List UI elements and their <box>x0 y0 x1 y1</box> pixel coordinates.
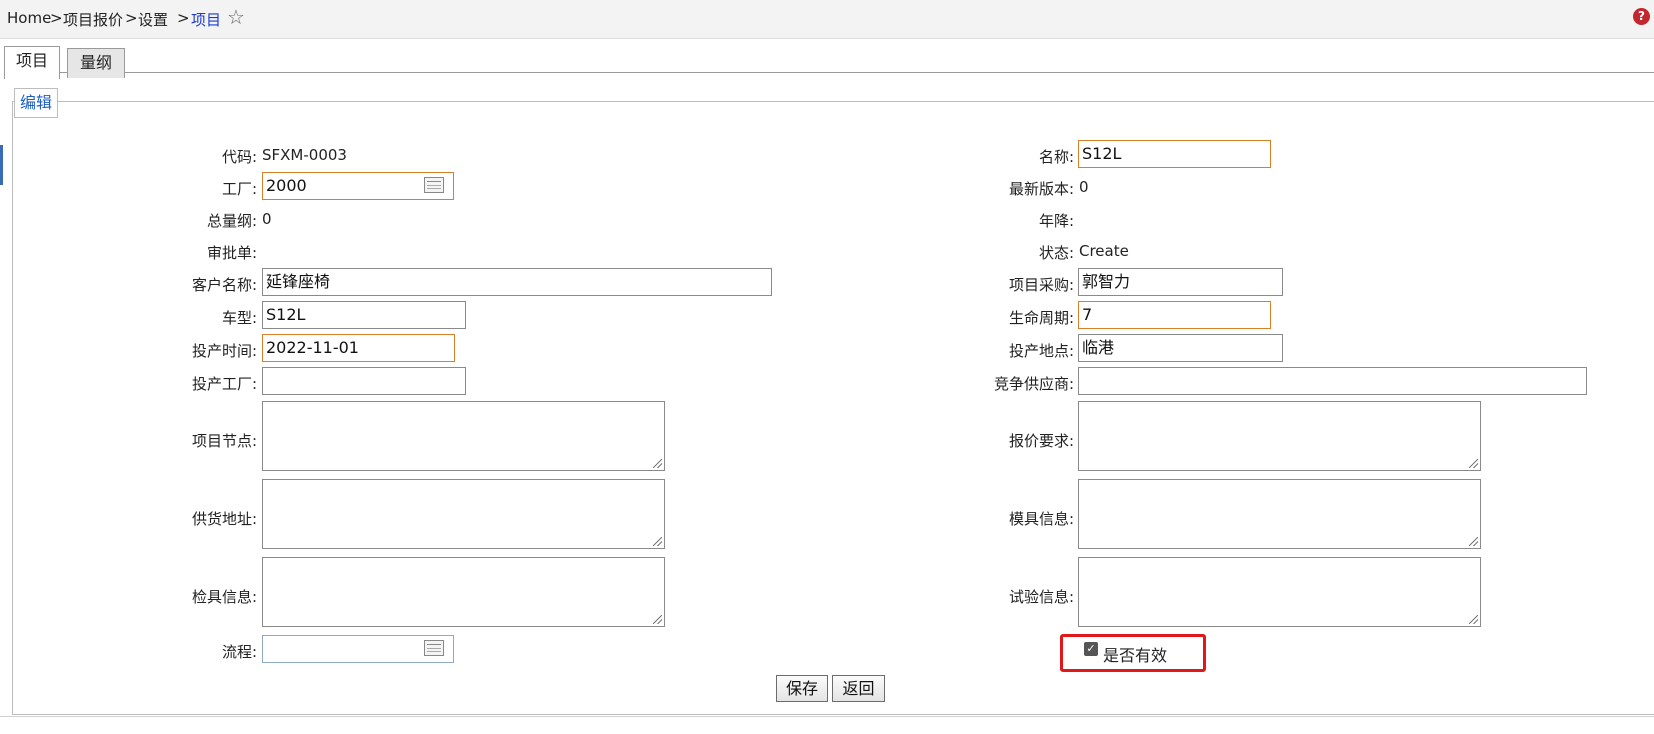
production-time-input[interactable]: 2022-11-01 <box>262 334 455 362</box>
breadcrumb-bar: Home > 项目报价 > 设置 > 项目 ☆ ? <box>0 0 1654 39</box>
production-site-value: 临港 <box>1082 338 1115 357</box>
breadcrumb-current: 项目 <box>191 11 222 29</box>
total-dimension-value: 0 <box>262 210 272 228</box>
quote-requirement-textarea[interactable] <box>1078 401 1481 471</box>
tab-dimension[interactable]: 量纲 <box>67 48 125 78</box>
factory-label: 工厂: <box>221 180 257 198</box>
resize-grip-icon[interactable] <box>1469 615 1478 624</box>
resize-grip-icon[interactable] <box>653 615 662 624</box>
production-time-label: 投产时间: <box>191 342 257 360</box>
status-value: Create <box>1079 242 1129 260</box>
breadcrumb-settings[interactable]: 设置 <box>138 9 168 30</box>
purchaser-label: 项目采购: <box>1008 276 1074 294</box>
section-title: 编辑 <box>14 88 59 118</box>
model-value: S12L <box>266 305 306 324</box>
mold-info-textarea[interactable] <box>1078 479 1481 549</box>
total-dimension-label: 总量纲: <box>206 212 257 230</box>
breadcrumb-separator: > <box>50 9 63 27</box>
lookup-icon[interactable] <box>424 640 444 656</box>
production-site-label: 投产地点: <box>1008 342 1074 360</box>
project-node-textarea[interactable] <box>262 401 665 471</box>
help-icon[interactable]: ? <box>1633 8 1650 25</box>
inspection-info-textarea[interactable] <box>262 557 665 627</box>
project-node-label: 项目节点: <box>191 432 257 450</box>
latest-version-label: 最新版本: <box>1008 180 1074 198</box>
mold-info-label: 模具信息: <box>1008 510 1074 528</box>
breadcrumb-separator: > <box>125 9 138 27</box>
competitor-label: 竞争供应商: <box>993 375 1074 393</box>
valid-checkbox-label: 是否有效 <box>1103 646 1168 665</box>
valid-checkbox[interactable]: ✓ <box>1084 642 1098 656</box>
latest-version-value: 0 <box>1079 178 1089 196</box>
customer-label: 客户名称: <box>191 276 257 294</box>
left-edge-marker <box>0 145 3 185</box>
breadcrumb-separator: > <box>177 9 190 27</box>
inspection-info-label: 检具信息: <box>191 588 257 606</box>
purchaser-value: 郭智力 <box>1082 272 1131 291</box>
tab-project[interactable]: 项目 <box>4 46 60 79</box>
name-value: S12L <box>1082 144 1122 163</box>
lookup-icon[interactable] <box>424 177 444 193</box>
factory-value: 2000 <box>266 176 307 195</box>
save-button[interactable]: 保存 <box>776 675 828 702</box>
code-label: 代码: <box>221 148 257 166</box>
process-label: 流程: <box>221 643 257 661</box>
resize-grip-icon[interactable] <box>653 537 662 546</box>
lifecycle-label: 生命周期: <box>1008 309 1074 327</box>
production-factory-label: 投产工厂: <box>191 375 257 393</box>
tab-underline <box>4 72 1654 73</box>
model-input[interactable]: S12L <box>262 301 466 329</box>
quote-requirement-label: 报价要求: <box>1008 432 1074 450</box>
status-label: 状态: <box>1038 244 1074 262</box>
annual-drop-label: 年降: <box>1038 212 1074 230</box>
production-site-input[interactable]: 临港 <box>1078 334 1283 362</box>
competitor-input[interactable] <box>1078 367 1587 395</box>
resize-grip-icon[interactable] <box>1469 459 1478 468</box>
test-info-label: 试验信息: <box>1008 588 1074 606</box>
breadcrumb-home[interactable]: Home <box>7 9 51 27</box>
approval-label: 审批单: <box>206 244 257 262</box>
name-input[interactable]: S12L <box>1078 140 1271 168</box>
code-value: SFXM-0003 <box>262 146 347 164</box>
name-label: 名称: <box>1038 148 1074 166</box>
resize-grip-icon[interactable] <box>653 459 662 468</box>
production-time-value: 2022-11-01 <box>266 338 359 357</box>
customer-input[interactable]: 延锋座椅 <box>262 268 772 296</box>
supply-address-textarea[interactable] <box>262 479 665 549</box>
bottom-divider <box>0 716 1654 717</box>
resize-grip-icon[interactable] <box>1469 537 1478 546</box>
lifecycle-input[interactable]: 7 <box>1078 301 1271 329</box>
test-info-textarea[interactable] <box>1078 557 1481 627</box>
production-factory-input[interactable] <box>262 367 466 395</box>
favorite-star-icon[interactable]: ☆ <box>227 5 245 29</box>
supply-address-label: 供货地址: <box>191 510 257 528</box>
purchaser-input[interactable]: 郭智力 <box>1078 268 1283 296</box>
lifecycle-value: 7 <box>1082 305 1093 324</box>
model-label: 车型: <box>221 309 257 327</box>
back-button[interactable]: 返回 <box>832 675 885 702</box>
breadcrumb-quote[interactable]: 项目报价 <box>63 9 123 30</box>
customer-value: 延锋座椅 <box>266 272 331 291</box>
